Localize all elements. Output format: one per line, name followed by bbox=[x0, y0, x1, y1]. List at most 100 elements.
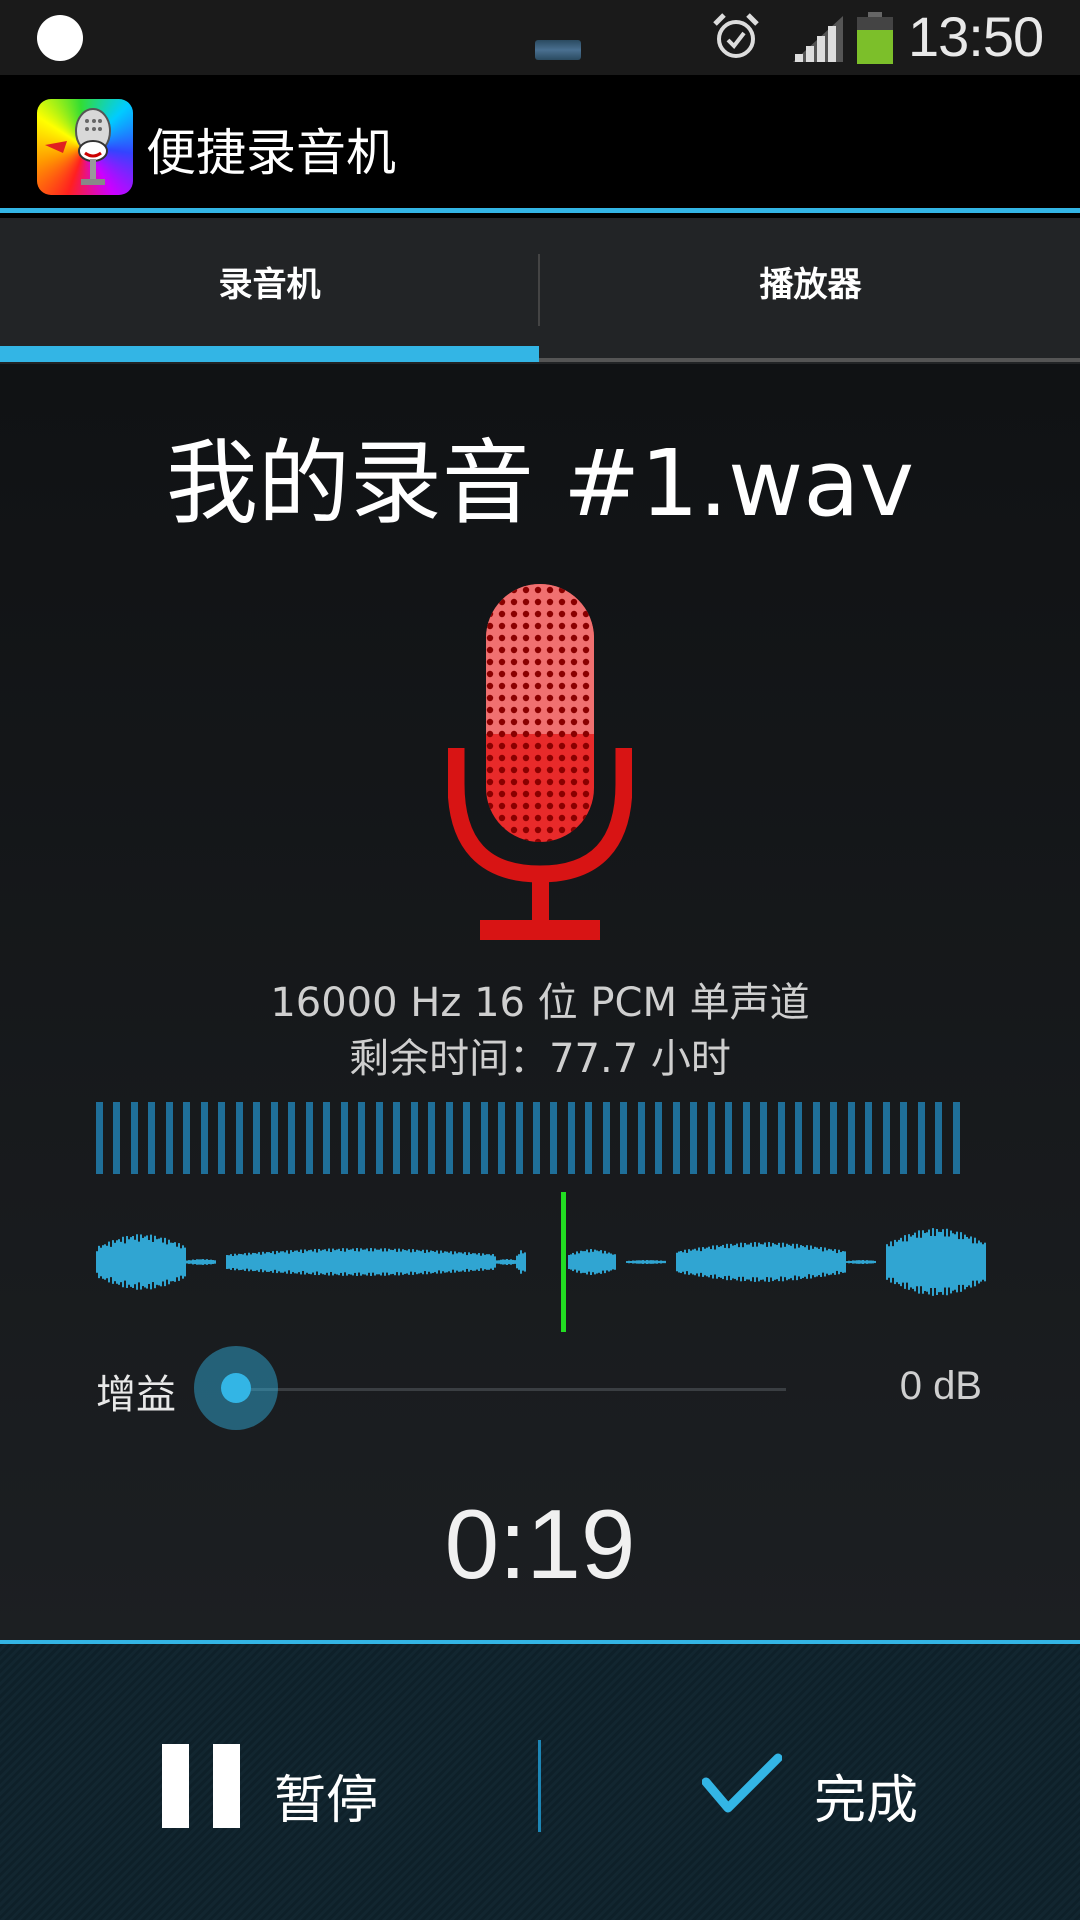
waveform-sample bbox=[364, 1249, 366, 1275]
level-meter-segment bbox=[200, 1102, 208, 1174]
gain-slider-thumb[interactable] bbox=[194, 1346, 278, 1430]
waveform-sample bbox=[648, 1260, 650, 1264]
waveform-sample bbox=[472, 1253, 474, 1271]
waveform-sample bbox=[126, 1236, 128, 1288]
waveform-sample bbox=[434, 1251, 436, 1273]
waveform-sample bbox=[460, 1252, 462, 1272]
waveform-sample bbox=[736, 1243, 738, 1281]
waveform-sample bbox=[510, 1259, 512, 1265]
waveform-sample bbox=[646, 1260, 648, 1264]
waveform-sample bbox=[492, 1254, 494, 1270]
microphone-app-icon[interactable] bbox=[37, 99, 133, 195]
waveform-sample bbox=[238, 1253, 240, 1271]
waveform-sample bbox=[634, 1260, 636, 1264]
waveform-sample bbox=[844, 1251, 846, 1273]
waveform-sample bbox=[576, 1251, 578, 1273]
level-meter-segment bbox=[672, 1102, 680, 1174]
waveform-sample bbox=[352, 1248, 354, 1276]
waveform-sample bbox=[606, 1253, 608, 1271]
waveform-sample bbox=[298, 1251, 300, 1273]
gain-label: 增益 bbox=[96, 1372, 176, 1418]
waveform-sample bbox=[440, 1250, 442, 1274]
waveform-sample bbox=[426, 1249, 428, 1275]
tab-recorder[interactable]: 录音机 bbox=[0, 218, 539, 364]
waveform-sample bbox=[250, 1254, 252, 1270]
level-meter-segment bbox=[428, 1102, 436, 1174]
gain-slider-thumb-core bbox=[221, 1373, 251, 1403]
app-title: 便捷录音机 bbox=[146, 124, 396, 182]
waveform-sample bbox=[968, 1238, 970, 1286]
level-meter-segment bbox=[917, 1102, 925, 1174]
waveform-sample bbox=[800, 1245, 802, 1279]
waveform-sample bbox=[590, 1249, 592, 1275]
waveform-sample bbox=[350, 1249, 352, 1275]
waveform-sample bbox=[918, 1230, 920, 1294]
level-meter-segment bbox=[480, 1102, 488, 1174]
waveform-sample bbox=[612, 1254, 614, 1270]
done-button[interactable]: 完成 bbox=[542, 1644, 1080, 1920]
pause-button[interactable]: 暂停 bbox=[0, 1644, 538, 1920]
waveform-sample bbox=[266, 1252, 268, 1272]
waveform-sample bbox=[346, 1248, 348, 1276]
waveform-sample bbox=[644, 1260, 646, 1264]
waveform-sample bbox=[828, 1248, 830, 1276]
level-meter bbox=[96, 1102, 970, 1174]
control-bar: 暂停 完成 bbox=[0, 1640, 1080, 1920]
waveform-sample bbox=[166, 1244, 168, 1280]
waveform-sample bbox=[632, 1260, 634, 1264]
level-meter-segment bbox=[515, 1102, 523, 1174]
level-meter-segment bbox=[463, 1102, 471, 1174]
waveform-sample bbox=[962, 1239, 964, 1285]
waveform-sample bbox=[106, 1245, 108, 1279]
recording-file-name[interactable]: 我的录音 #1.wav bbox=[0, 409, 1080, 542]
waveform-sample bbox=[286, 1250, 288, 1274]
waveform-sample bbox=[600, 1250, 602, 1274]
waveform-sample bbox=[494, 1256, 496, 1268]
level-meter-segment bbox=[760, 1102, 768, 1174]
waveform-sample bbox=[744, 1242, 746, 1282]
waveform-sample bbox=[360, 1248, 362, 1276]
waveform-sample bbox=[192, 1259, 194, 1265]
level-meter-segment bbox=[690, 1102, 698, 1174]
waveform-sample bbox=[816, 1247, 818, 1277]
waveform-sample bbox=[640, 1260, 642, 1264]
waveform-sample bbox=[162, 1242, 164, 1282]
waveform-sample bbox=[780, 1247, 782, 1277]
waveform-sample bbox=[144, 1236, 146, 1288]
waveform-sample bbox=[274, 1254, 276, 1270]
level-meter-segment bbox=[777, 1102, 785, 1174]
waveform-sample bbox=[690, 1250, 692, 1274]
waveform-sample bbox=[462, 1253, 464, 1271]
gain-slider-track[interactable] bbox=[236, 1388, 786, 1391]
waveform-sample bbox=[712, 1245, 714, 1279]
waveform-sample bbox=[486, 1254, 488, 1270]
waveform-sample bbox=[806, 1245, 808, 1279]
waveform-sample bbox=[642, 1260, 644, 1264]
waveform-sample bbox=[518, 1254, 520, 1270]
waveform-sample bbox=[784, 1246, 786, 1278]
waveform-sample bbox=[572, 1252, 574, 1272]
waveform-sample bbox=[478, 1253, 480, 1271]
waveform-sample bbox=[772, 1242, 774, 1282]
waveform-sample bbox=[588, 1252, 590, 1272]
waveform-sample bbox=[396, 1251, 398, 1273]
waveform-sample bbox=[132, 1235, 134, 1289]
waveform-sample bbox=[766, 1246, 768, 1278]
level-meter-segment bbox=[96, 1102, 103, 1174]
waveform-sample bbox=[108, 1241, 110, 1283]
waveform-sample bbox=[276, 1250, 278, 1274]
waveform-sample bbox=[718, 1246, 720, 1278]
waveform-sample bbox=[970, 1236, 972, 1288]
waveform-sample bbox=[268, 1252, 270, 1272]
waveform-sample bbox=[710, 1249, 712, 1275]
level-meter-segment bbox=[847, 1102, 855, 1174]
waveform-sample bbox=[288, 1253, 290, 1271]
waveform-sample bbox=[832, 1250, 834, 1274]
waveform-sample bbox=[204, 1259, 206, 1265]
waveform-sample bbox=[404, 1250, 406, 1274]
tab-player[interactable]: 播放器 bbox=[541, 218, 1080, 364]
waveform-sample bbox=[290, 1250, 292, 1274]
waveform-sample bbox=[228, 1255, 230, 1269]
waveform-sample bbox=[380, 1248, 382, 1276]
waveform-sample bbox=[754, 1242, 756, 1282]
